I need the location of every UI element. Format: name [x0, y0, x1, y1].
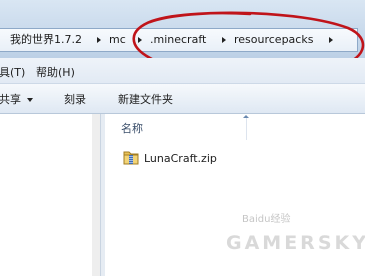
breadcrumb-item-game[interactable]: 我的世界1.7.2 [10, 33, 82, 47]
breadcrumb-separator-icon[interactable] [222, 37, 226, 43]
share-button[interactable]: 共享 [0, 93, 21, 106]
navigation-scrollbar[interactable] [92, 114, 100, 276]
gamersky-watermark: GAMERSKY [226, 232, 365, 254]
baidu-watermark: Baidu经验 [242, 214, 291, 225]
breadcrumb-separator-icon[interactable] [97, 37, 101, 43]
new-folder-button[interactable]: 新建文件夹 [118, 93, 173, 106]
menu-item-tools[interactable]: 具(T) [0, 66, 25, 79]
menu-item-help[interactable]: 帮助(H) [36, 66, 75, 79]
navigation-pane[interactable] [0, 114, 98, 276]
zip-archive-icon [123, 151, 139, 165]
chevron-down-icon[interactable] [27, 98, 33, 102]
column-header-name[interactable]: 名称 [121, 122, 143, 135]
file-name-label[interactable]: LunaCraft.zip [144, 152, 217, 165]
breadcrumb-item-mc[interactable]: mc [109, 33, 126, 47]
pane-splitter[interactable] [100, 114, 105, 276]
command-toolbar [0, 84, 365, 114]
breadcrumb-separator-icon[interactable] [329, 37, 333, 43]
burn-button[interactable]: 刻录 [64, 93, 86, 106]
breadcrumb-separator-icon[interactable] [138, 37, 142, 43]
breadcrumb-item-minecraft[interactable]: .minecraft [150, 33, 206, 47]
breadcrumb-item-resourcepacks[interactable]: resourcepacks [234, 33, 313, 47]
column-divider[interactable] [246, 118, 247, 140]
column-header-row [108, 114, 365, 144]
